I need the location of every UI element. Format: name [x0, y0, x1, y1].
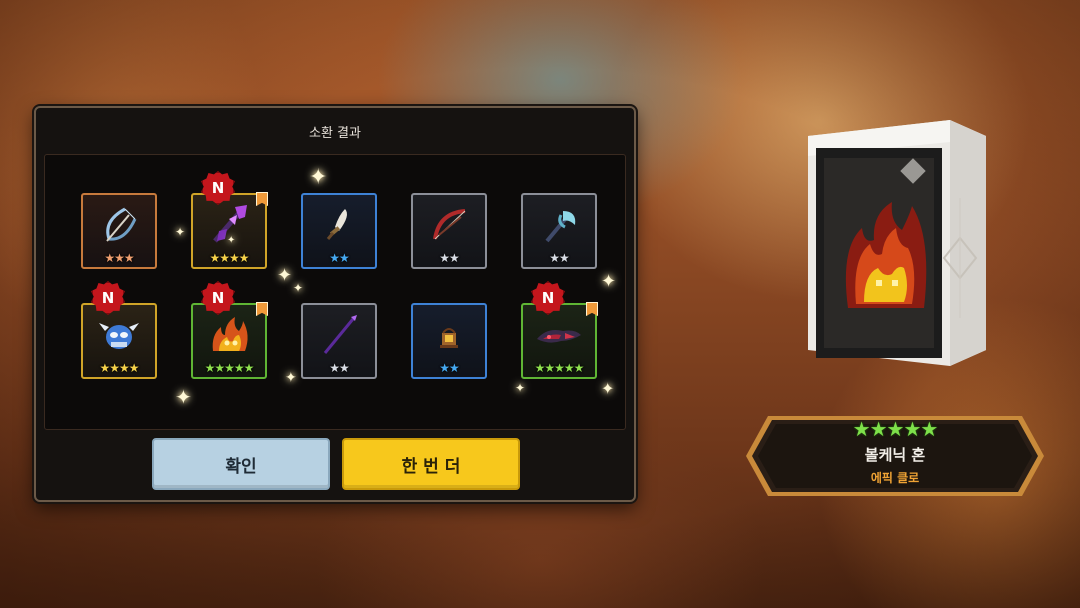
featured-item-name: 볼케닉 혼: [864, 446, 926, 464]
card-box-art: [808, 120, 986, 366]
sparkle-icon: ✦: [293, 281, 304, 295]
sparkle-icon: ✦: [175, 385, 192, 409]
featured-item-card: [800, 118, 990, 368]
summon-again-button[interactable]: 한 번 더: [342, 438, 520, 490]
dark-claw-icon: [537, 330, 581, 343]
axe-icon: [545, 211, 576, 243]
frost-mask-icon: [99, 323, 139, 350]
star-rating: ★★: [439, 361, 460, 375]
star-rating: ★★: [329, 251, 350, 265]
dagger-icon: [326, 209, 347, 241]
flame-soul-icon: [212, 317, 248, 352]
result-slot-10[interactable]: ★★★★★: [521, 302, 598, 379]
bookmark-icon: [586, 302, 598, 316]
sparkle-icon: ✦: [175, 225, 186, 239]
featured-item-plate: ★★★★★ 볼케닉 혼 에픽 클로: [744, 414, 1046, 498]
lantern-icon: [440, 328, 458, 349]
star-rating: ★★: [439, 251, 460, 265]
star-rating: ★★★★★: [204, 361, 255, 375]
purple-spear-icon: [323, 315, 357, 355]
result-slot-6[interactable]: ★★★★: [81, 303, 157, 379]
star-rating: ★★: [329, 361, 350, 375]
result-slot-9[interactable]: ★★: [411, 303, 487, 379]
star-rating: ★★★★: [99, 361, 139, 375]
ice-bow-icon: [106, 207, 137, 242]
result-slot-7[interactable]: ★★★★★: [191, 302, 268, 379]
featured-star-rating: ★★★★★: [852, 417, 939, 441]
star-rating: ★★★★: [209, 251, 249, 265]
sparkle-icon: ✦: [601, 271, 617, 292]
result-slot-2[interactable]: ★★★★: [191, 192, 268, 269]
result-slot-5[interactable]: ★★: [521, 193, 597, 269]
star-rating: ★★★★★: [534, 361, 585, 375]
purple-crystal-staff-icon: [213, 205, 247, 243]
star-rating: ★★: [549, 251, 570, 265]
sparkle-icon: ✦: [285, 370, 297, 386]
confirm-button[interactable]: 확인: [152, 438, 330, 490]
result-slot-4[interactable]: ★★: [411, 193, 487, 269]
result-slot-1[interactable]: ★★★: [81, 193, 157, 269]
bookmark-icon: [256, 192, 268, 206]
dialog-title: 소환 결과: [309, 126, 361, 141]
results-grid: ★★★ ★★★★ ★★ ★★ ★★ ★★★★ ★★★★★ ★★ ★★ ★★★★★…: [44, 154, 626, 430]
sparkle-icon: ✦: [601, 379, 615, 398]
featured-item-grade: 에픽 클로: [870, 471, 920, 485]
sparkle-icon: ✦: [309, 165, 328, 190]
sparkle-icon: ✦: [515, 381, 526, 395]
sparkle-icon: ✦: [277, 265, 293, 286]
bookmark-icon: [256, 302, 268, 316]
result-slot-3[interactable]: ★★: [301, 193, 377, 269]
result-slot-8[interactable]: ★★: [301, 303, 377, 379]
star-rating: ★★★: [104, 251, 134, 265]
red-bow-icon: [433, 209, 466, 240]
summon-result-dialog: 소환 결과 ★★★ ★★★★ ★★ ★★ ★★ ★★★★ ★★★★★ ★★ ★★…: [34, 106, 636, 502]
